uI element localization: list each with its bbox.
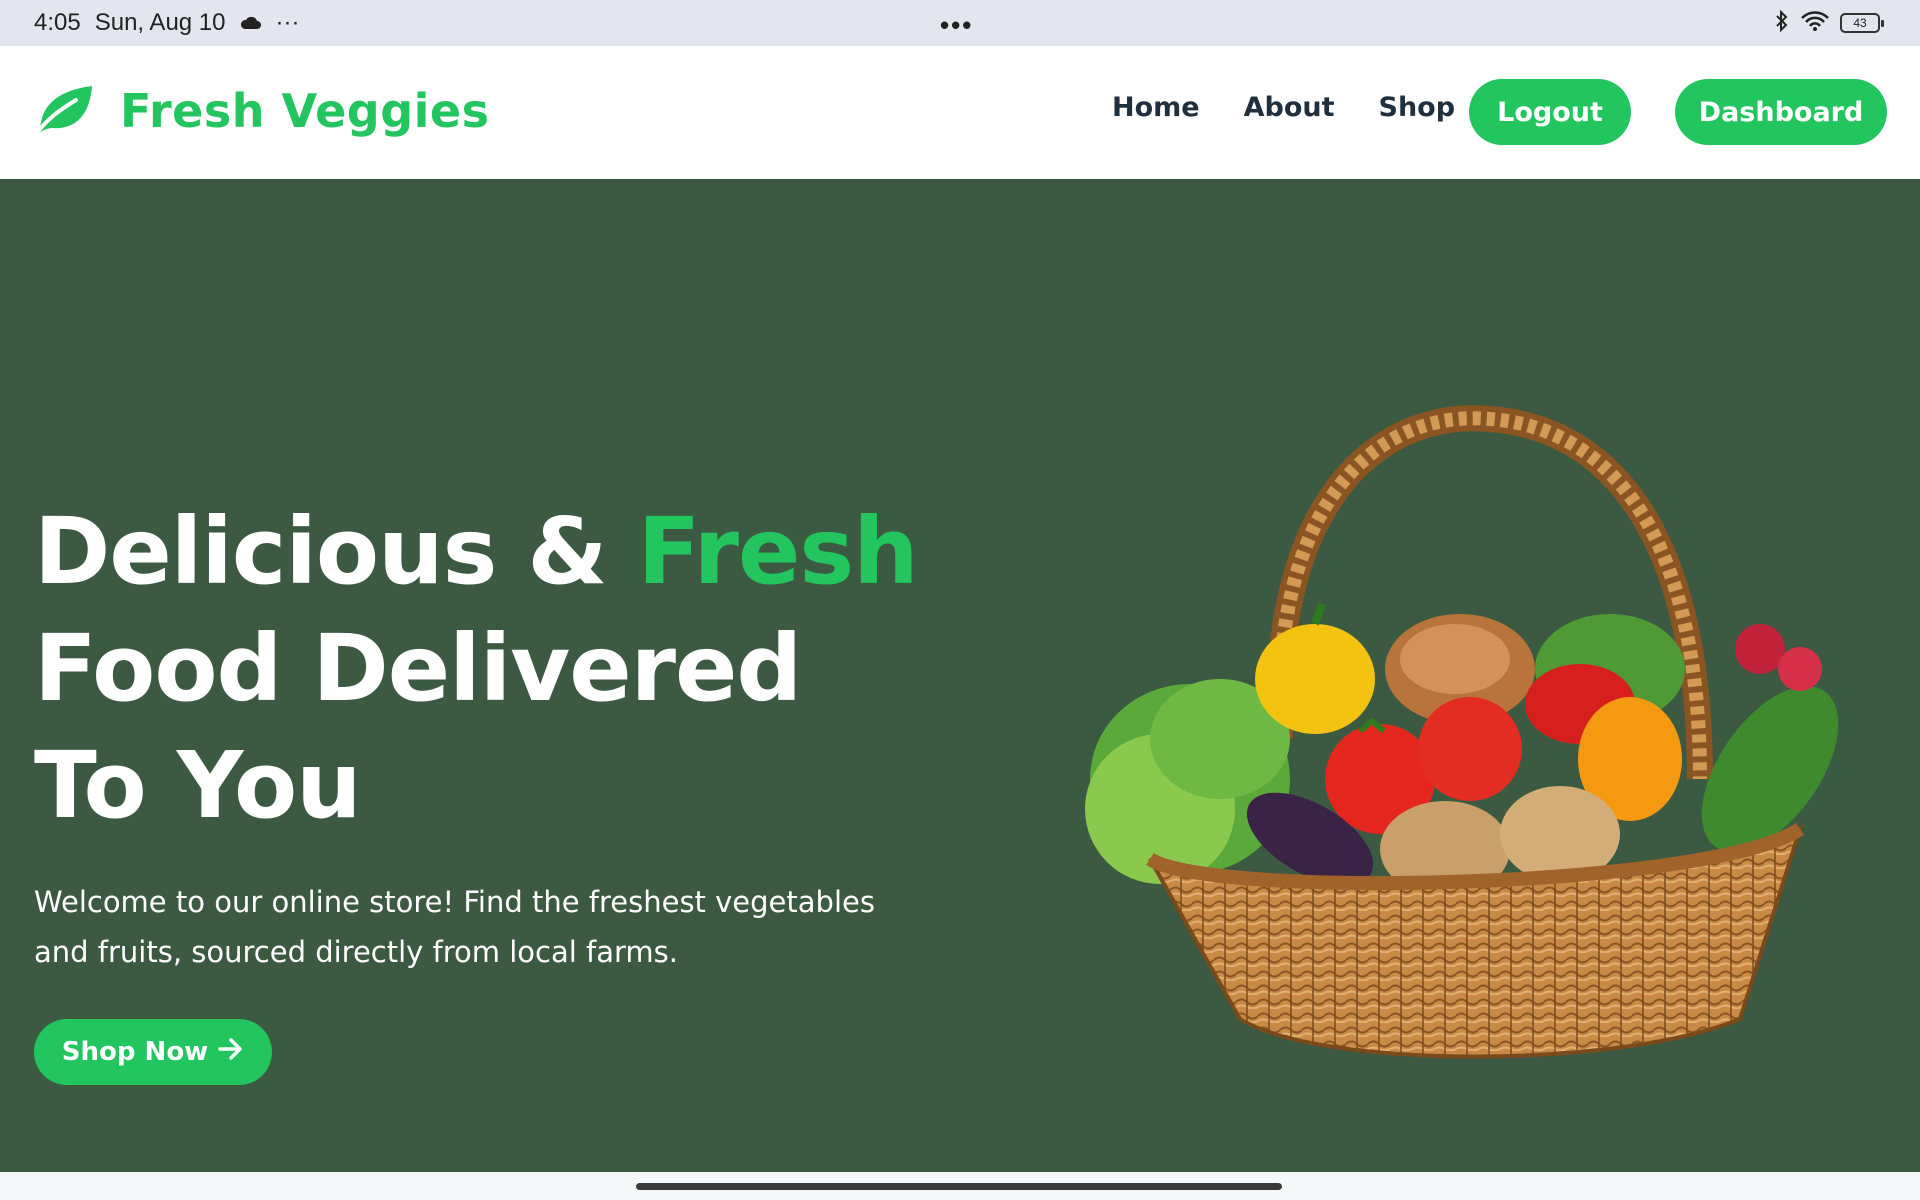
vegetable-basket-image bbox=[1085, 405, 1839, 1059]
shop-now-label: Shop Now bbox=[61, 1037, 209, 1067]
dashboard-button[interactable]: Dashboard bbox=[1675, 79, 1887, 145]
status-date: Sun, Aug 10 bbox=[94, 9, 226, 36]
status-time: 4:05 bbox=[34, 9, 81, 36]
cloud-icon bbox=[240, 9, 262, 37]
nav-links: Home About Shop bbox=[1112, 92, 1455, 123]
status-bar: 4:05 Sun, Aug 10 ··· ••• 43 bbox=[0, 0, 1920, 46]
home-indicator[interactable] bbox=[636, 1183, 1282, 1190]
arrow-right-icon bbox=[218, 1037, 244, 1068]
hero-subtitle: Welcome to our online store! Find the fr… bbox=[34, 885, 875, 969]
wifi-icon bbox=[1800, 10, 1830, 37]
logout-button[interactable]: Logout bbox=[1469, 79, 1631, 145]
nav-link-home[interactable]: Home bbox=[1112, 92, 1200, 123]
brand-logo[interactable]: Fresh Veggies bbox=[34, 82, 490, 140]
nav-link-about[interactable]: About bbox=[1244, 92, 1335, 123]
hero-title: Delicious & Fresh Food Delivered To You bbox=[34, 493, 934, 844]
hero-title-part2: Food Delivered To You bbox=[34, 615, 802, 839]
battery-icon: 43 bbox=[1840, 13, 1884, 33]
hero-title-part1: Delicious & bbox=[34, 498, 638, 605]
hero-section: Delicious & Fresh Food Delivered To You … bbox=[0, 179, 1920, 1172]
bluetooth-icon bbox=[1774, 9, 1790, 38]
status-left: 4:05 Sun, Aug 10 ··· bbox=[34, 0, 299, 46]
status-right: 43 bbox=[1774, 0, 1884, 46]
center-menu-dots[interactable]: ••• bbox=[940, 10, 973, 41]
status-overflow: ··· bbox=[275, 9, 300, 36]
nav-link-shop[interactable]: Shop bbox=[1379, 92, 1456, 123]
navbar: Fresh Veggies Home About Shop Logout Das… bbox=[0, 46, 1920, 179]
shop-now-button[interactable]: Shop Now bbox=[34, 1019, 272, 1085]
leaf-icon bbox=[34, 82, 94, 140]
brand-name: Fresh Veggies bbox=[120, 84, 490, 138]
hero-title-accent: Fresh bbox=[637, 498, 919, 605]
